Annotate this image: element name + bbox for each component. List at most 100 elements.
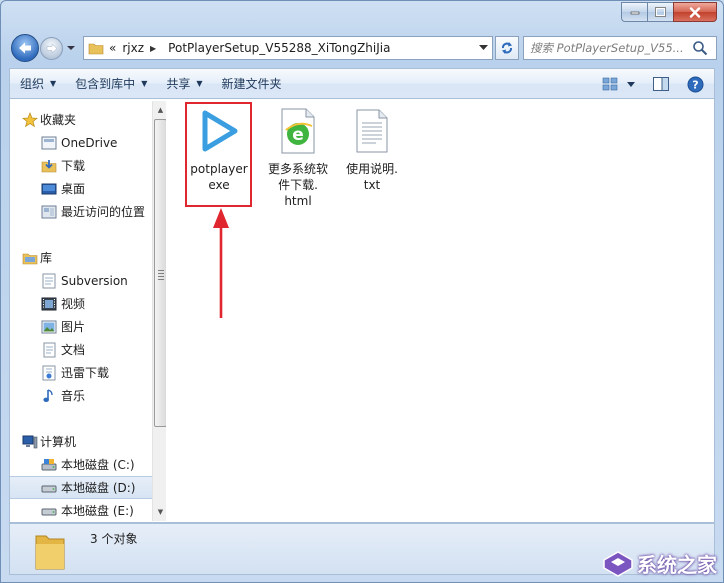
annotation-highlight-box xyxy=(185,102,252,207)
minimize-icon xyxy=(630,11,639,15)
libraries-group: 库 Subversion 视频 图片 文档 迅雷下载 音乐 xyxy=(10,246,152,407)
include-in-library-menu[interactable]: 包含到库中 ▼ xyxy=(65,69,156,98)
breadcrumb-separator-icon[interactable]: ▶ xyxy=(150,44,156,53)
maximize-icon xyxy=(655,7,666,17)
view-icon xyxy=(602,77,618,91)
scroll-down-arrow-icon[interactable]: ▼ xyxy=(153,504,166,519)
navigation-pane-scrollbar[interactable]: ▲ ▼ xyxy=(152,101,166,521)
content-area: 收藏夹 OneDrive 下载 桌面 最近访问的位置 库 Subversion … xyxy=(9,99,715,523)
scrollbar-thumb[interactable] xyxy=(154,119,166,427)
help-button[interactable]: ? xyxy=(682,73,708,95)
sidebar-item-recent-places[interactable]: 最近访问的位置 xyxy=(10,200,152,223)
close-icon xyxy=(689,6,701,18)
drive-icon xyxy=(41,503,57,519)
breadcrumb-item[interactable]: PotPlayerSetup_V55288_XiTongZhiJia xyxy=(168,41,390,55)
maximize-button[interactable] xyxy=(647,2,673,22)
sidebar-item-computer[interactable]: 计算机 xyxy=(10,430,152,453)
command-bar: 组织 ▼ 包含到库中 ▼ 共享 ▼ 新建文件夹 ? xyxy=(9,68,715,99)
html-ie-icon: e xyxy=(272,105,324,157)
desktop-icon xyxy=(41,181,57,197)
file-list: potplayer exe e 更多系统软 件下载. html 使用说明. tx… xyxy=(170,99,714,522)
downloads-icon xyxy=(41,158,57,174)
chevron-down-icon xyxy=(627,81,635,87)
item-count: 3 个对象 xyxy=(90,532,138,546)
annotation-arrow-icon xyxy=(213,208,229,318)
sidebar-item-subversion[interactable]: Subversion xyxy=(10,269,152,292)
sidebar-item-pictures[interactable]: 图片 xyxy=(10,315,152,338)
watermark-logo-icon xyxy=(603,550,633,577)
recent-places-icon xyxy=(41,204,57,220)
breadcrumb-item[interactable]: rjxz ▶ xyxy=(122,41,162,55)
grip-icon xyxy=(158,270,164,282)
sidebar-item-libraries[interactable]: 库 xyxy=(10,246,152,269)
favorites-group: 收藏夹 OneDrive 下载 桌面 最近访问的位置 xyxy=(10,108,152,223)
sidebar-item-downloads[interactable]: 下载 xyxy=(10,154,152,177)
file-name: 更多系统软 件下载. html xyxy=(267,162,328,208)
documents-icon xyxy=(41,342,57,358)
preview-pane-button[interactable] xyxy=(648,73,674,95)
recent-pages-dropdown-icon[interactable] xyxy=(66,44,76,52)
text-file-icon xyxy=(346,105,398,157)
pictures-icon xyxy=(41,319,57,335)
star-icon xyxy=(22,111,38,128)
file-item-txt[interactable]: 使用说明. txt xyxy=(335,105,409,193)
chevron-down-icon: ▼ xyxy=(196,79,203,88)
forward-button[interactable] xyxy=(40,37,63,60)
caption-buttons xyxy=(621,2,717,22)
refresh-button[interactable] xyxy=(495,36,519,60)
address-dropdown-icon[interactable] xyxy=(474,37,492,59)
sidebar-item-favorites[interactable]: 收藏夹 xyxy=(10,108,152,131)
navigation-bar: « rjxz ▶ PotPlayerSetup_V55288_XiTongZhi… xyxy=(9,34,717,62)
subversion-icon xyxy=(41,273,57,289)
help-icon: ? xyxy=(687,76,703,92)
chevron-down-icon: ▼ xyxy=(50,79,57,88)
folder-icon xyxy=(35,535,65,570)
onedrive-icon xyxy=(41,135,57,151)
view-options-dropdown[interactable] xyxy=(624,73,638,95)
sidebar-item-onedrive[interactable]: OneDrive xyxy=(10,131,152,154)
sidebar-item-thunder-download[interactable]: 迅雷下载 xyxy=(10,361,152,384)
library-icon xyxy=(22,250,38,266)
computer-group: 计算机 本地磁盘 (C:) 本地磁盘 (D:) 本地磁盘 (E:) xyxy=(10,430,152,522)
explorer-window: « rjxz ▶ PotPlayerSetup_V55288_XiTongZhi… xyxy=(0,0,724,583)
toolbar-right: ? xyxy=(598,73,708,95)
watermark: 系统之家 xyxy=(602,549,717,578)
svg-text:e: e xyxy=(292,125,304,145)
sidebar-item-drive-c[interactable]: 本地磁盘 (C:) xyxy=(10,453,152,476)
navigation-pane: 收藏夹 OneDrive 下载 桌面 最近访问的位置 库 Subversion … xyxy=(10,99,166,522)
address-overflow[interactable]: « xyxy=(109,41,116,55)
address-bar[interactable]: « rjxz ▶ PotPlayerSetup_V55288_XiTongZhi… xyxy=(83,36,493,60)
folder-icon xyxy=(88,43,104,55)
file-name: 使用说明. txt xyxy=(346,162,398,192)
minimize-button[interactable] xyxy=(621,2,647,22)
search-input[interactable] xyxy=(524,38,692,58)
chevron-down-icon: ▼ xyxy=(141,79,148,88)
sidebar-item-drive-e[interactable]: 本地磁盘 (E:) xyxy=(10,499,152,522)
sidebar-item-desktop[interactable]: 桌面 xyxy=(10,177,152,200)
computer-icon xyxy=(22,434,38,450)
drive-icon xyxy=(41,480,57,496)
file-item-html[interactable]: e 更多系统软 件下载. html xyxy=(261,105,335,209)
back-arrow-icon xyxy=(19,42,31,54)
scroll-up-arrow-icon[interactable]: ▲ xyxy=(153,102,166,117)
search-box xyxy=(523,36,717,60)
sidebar-item-drive-d[interactable]: 本地磁盘 (D:) xyxy=(10,476,152,499)
back-button[interactable] xyxy=(11,34,39,62)
watermark-text: 系统之家 xyxy=(637,553,717,577)
thunder-download-icon xyxy=(41,365,57,381)
sidebar-item-music[interactable]: 音乐 xyxy=(10,384,152,407)
change-view-button[interactable] xyxy=(598,73,624,95)
music-icon xyxy=(41,388,57,404)
preview-pane-icon xyxy=(653,77,669,91)
search-icon[interactable] xyxy=(692,40,708,56)
sidebar-item-documents[interactable]: 文档 xyxy=(10,338,152,361)
drive-c-icon xyxy=(41,457,57,473)
share-menu[interactable]: 共享 ▼ xyxy=(156,69,211,98)
new-folder-button[interactable]: 新建文件夹 xyxy=(212,69,291,98)
close-button[interactable] xyxy=(673,2,717,22)
forward-arrow-icon xyxy=(46,43,57,54)
videos-icon xyxy=(41,296,57,312)
sidebar-item-videos[interactable]: 视频 xyxy=(10,292,152,315)
organize-menu[interactable]: 组织 ▼ xyxy=(10,69,65,98)
refresh-icon xyxy=(502,42,512,54)
